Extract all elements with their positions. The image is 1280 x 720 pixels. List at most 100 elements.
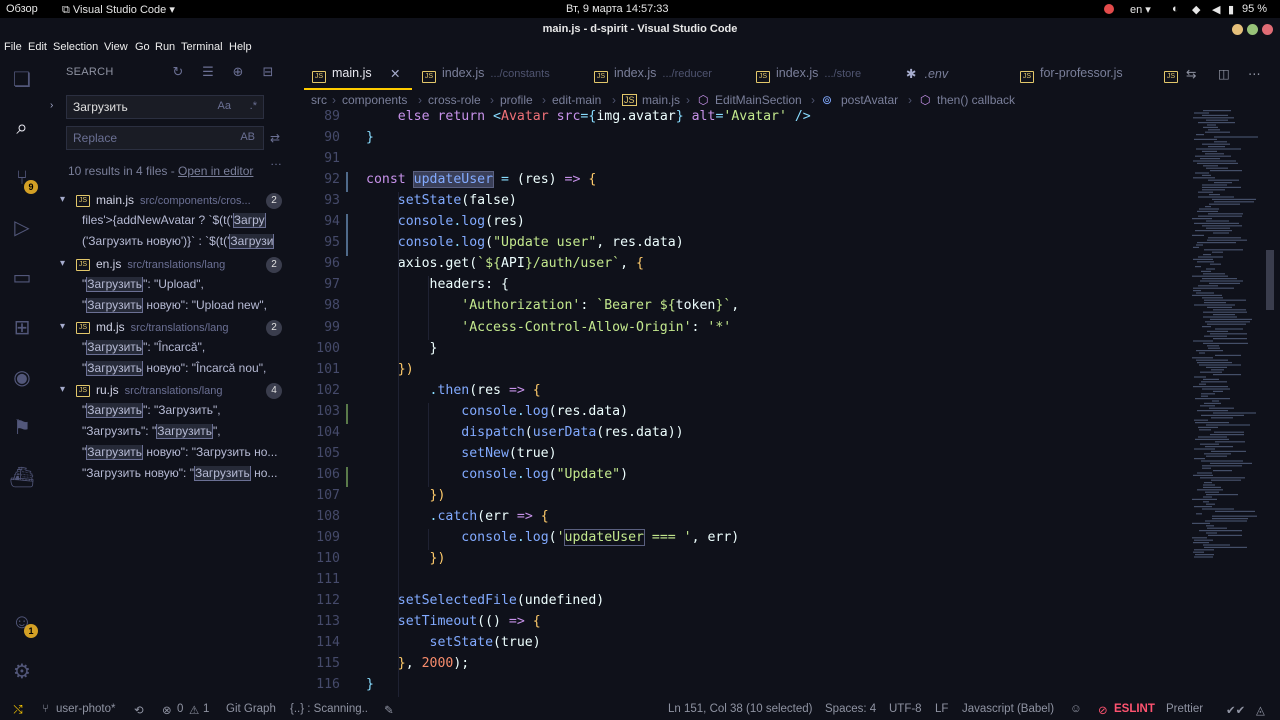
line-ending[interactable]: LF xyxy=(935,703,948,715)
tab-for-professor-js[interactable]: JS for-professor.js xyxy=(1020,56,1123,90)
open-in-editor-link[interactable]: Open in editor xyxy=(178,164,253,178)
menu-go[interactable]: Go xyxy=(135,41,150,53)
compare-changes-icon[interactable]: ⇆ xyxy=(1186,56,1196,90)
code-line[interactable]: headers: { xyxy=(366,277,509,292)
github-icon[interactable]: ◉ xyxy=(8,364,36,392)
close-tab-icon[interactable]: ✕ xyxy=(390,66,400,81)
toggle-replace-icon[interactable]: › xyxy=(50,100,53,111)
code-line[interactable]: console.log(res) xyxy=(366,214,525,229)
explorer-icon[interactable]: ❏ xyxy=(8,66,36,94)
minimize-button[interactable] xyxy=(1232,24,1243,35)
replace-input[interactable]: Replace AB xyxy=(66,126,264,150)
search-match-item[interactable]: "Загрузить новую": "Загрузить но... xyxy=(82,445,294,465)
tab-index-js-reducer[interactable]: JS index.js .../reducer xyxy=(594,56,712,90)
code-line[interactable]: } xyxy=(366,130,374,145)
code-line[interactable]: axios.get(`${API}/auth/user`, { xyxy=(366,256,644,271)
app-menu[interactable]: ⧉ Visual Studio Code ▾ xyxy=(62,3,175,17)
eslint-status[interactable]: ESLINT xyxy=(1114,703,1155,715)
code-line[interactable]: dispatch(userData(res.data)) xyxy=(366,425,683,440)
breadcrumb-item[interactable]: profile xyxy=(500,93,533,107)
refresh-icon[interactable]: ↻ xyxy=(170,64,186,80)
menu-selection[interactable]: Selection xyxy=(53,41,98,53)
settings-gear-icon[interactable]: ⚙ xyxy=(8,658,36,686)
code-line[interactable]: console.log("Update") xyxy=(366,467,628,482)
menu-edit[interactable]: Edit xyxy=(28,41,47,53)
code-editor[interactable]: 89 else return <Avatar src={img.avatar} … xyxy=(296,108,1196,700)
menu-file[interactable]: File xyxy=(4,41,22,53)
menu-run[interactable]: Run xyxy=(155,41,175,53)
run-debug-icon[interactable]: ▷ xyxy=(8,214,36,242)
search-match-item[interactable]: "Загрузить": "Încarcă", xyxy=(82,340,294,360)
bookmarks-icon[interactable]: ⚑ xyxy=(8,414,36,442)
encoding[interactable]: UTF-8 xyxy=(889,703,922,715)
replace-all-icon[interactable]: ⇄ xyxy=(270,131,280,145)
code-line[interactable]: setState(false) xyxy=(366,193,517,208)
menu-help[interactable]: Help xyxy=(229,41,252,53)
breadcrumb-item[interactable]: then() callback xyxy=(937,93,1015,107)
new-search-editor-icon[interactable]: ⊕ xyxy=(230,64,246,80)
match-case-icon[interactable]: Aa xyxy=(218,100,231,112)
menu-terminal[interactable]: Terminal xyxy=(181,41,223,53)
code-line[interactable]: }) xyxy=(366,488,446,503)
regex-icon[interactable]: .* xyxy=(250,100,257,112)
minimap-slider[interactable] xyxy=(1266,250,1274,310)
tab-main-js[interactable]: JS main.js ✕ xyxy=(304,56,412,90)
more-options-icon[interactable]: … xyxy=(270,154,282,168)
code-line[interactable]: 'Access-Control-Allow-Origin': '*' xyxy=(366,320,731,335)
code-line[interactable]: } xyxy=(366,341,438,356)
branch-name[interactable]: user-photo* xyxy=(56,703,115,715)
maximize-button[interactable] xyxy=(1247,24,1258,35)
result-group-ru-js[interactable]: ▾ JS ru.js src/translations/lang 4 xyxy=(60,382,296,402)
code-line[interactable]: console.log("Update user", res.data) xyxy=(366,235,684,250)
search-match-item[interactable]: "Загрузить": "Загрузить", xyxy=(82,424,294,444)
search-match-item[interactable]: "Загрузить": "Upload", xyxy=(82,277,294,297)
clock[interactable]: Вт, 9 марта 14:57:33 xyxy=(566,3,669,15)
extensions-icon[interactable]: ⊞ xyxy=(8,314,36,342)
split-editor-icon[interactable]: ◫ xyxy=(1218,56,1230,90)
search-match-item[interactable]: "Загрузить новую": "Загрузить но... xyxy=(82,466,294,486)
code-line[interactable]: .catch(err => { xyxy=(366,509,549,524)
tab-overflow-js[interactable]: JS xyxy=(1164,56,1178,90)
menu-view[interactable]: View xyxy=(104,41,128,53)
code-line[interactable]: setTimeout(() => { xyxy=(366,614,541,629)
code-line[interactable]: setNew(true) xyxy=(366,446,556,461)
tab-index-js-constants[interactable]: JS index.js .../constants xyxy=(422,56,550,90)
indentation[interactable]: Spaces: 4 xyxy=(825,703,876,715)
breadcrumb-item[interactable]: components xyxy=(342,93,407,107)
result-group-en-js[interactable]: ▾ JS en.js src/translations/lang 2 xyxy=(60,256,296,276)
breadcrumb-item[interactable]: edit-main xyxy=(552,93,601,107)
search-match-item[interactable]: "Загрузить новую": "Încarcă nou", xyxy=(82,361,294,381)
code-line[interactable]: else return <Avatar src={img.avatar} alt… xyxy=(366,109,811,124)
code-line[interactable]: const updateUser = (res) => { xyxy=(366,171,596,189)
feedback-icon[interactable]: ☺ xyxy=(1070,703,1082,715)
overview-button[interactable]: Обзор xyxy=(6,3,38,15)
code-line[interactable]: } xyxy=(366,677,374,692)
search-match-item[interactable]: "Загрузить новую": "Upload new", xyxy=(82,298,294,318)
code-line[interactable]: .then(res => { xyxy=(366,383,541,398)
cursor-position[interactable]: Ln 151, Col 38 (10 selected) xyxy=(668,703,812,715)
git-graph-button[interactable]: Git Graph xyxy=(226,703,276,715)
remote-explorer-icon[interactable]: ▭ xyxy=(8,264,36,292)
code-line[interactable]: console.log(res.data) xyxy=(366,404,628,419)
result-group-main-js[interactable]: ▾ JS main.js src/components/cros... 2 xyxy=(60,192,296,212)
code-line[interactable]: 'Authorization': `Bearer ${token}`, xyxy=(366,298,739,313)
close-window-button[interactable] xyxy=(1262,24,1273,35)
breadcrumb-item[interactable]: src xyxy=(311,93,327,107)
preserve-case-icon[interactable]: AB xyxy=(240,131,255,143)
code-line[interactable]: setSelectedFile(undefined) xyxy=(366,593,604,608)
result-group-md-js[interactable]: ▾ JS md.js src/translations/lang 2 xyxy=(60,319,296,339)
language-mode[interactable]: Javascript (Babel) xyxy=(962,703,1054,715)
breadcrumb-item[interactable]: postAvatar xyxy=(841,93,898,107)
search-match-item[interactable]: ('Загрузить новую')}` : `$(t('Загрузи xyxy=(82,234,294,254)
language-indicator[interactable]: en ▾ xyxy=(1130,3,1151,16)
prettier-status[interactable]: Prettier xyxy=(1166,703,1203,715)
remote-icon[interactable]: ⤭ xyxy=(0,700,36,720)
tab-env[interactable]: ✱ .env xyxy=(906,56,948,90)
notifications-icon[interactable]: ✔✔ xyxy=(1226,703,1245,717)
sync-icon[interactable]: ⟲ xyxy=(134,703,144,717)
search-match-item[interactable]: files'>{addNewAvatar ? `$(t('Загру xyxy=(82,213,294,233)
error-count[interactable]: 0 xyxy=(177,703,183,715)
clear-results-icon[interactable]: ☰ xyxy=(200,64,216,80)
code-line[interactable]: setState(true) xyxy=(366,635,541,650)
code-line[interactable]: console.log('updateUser === ', err) xyxy=(366,529,739,546)
